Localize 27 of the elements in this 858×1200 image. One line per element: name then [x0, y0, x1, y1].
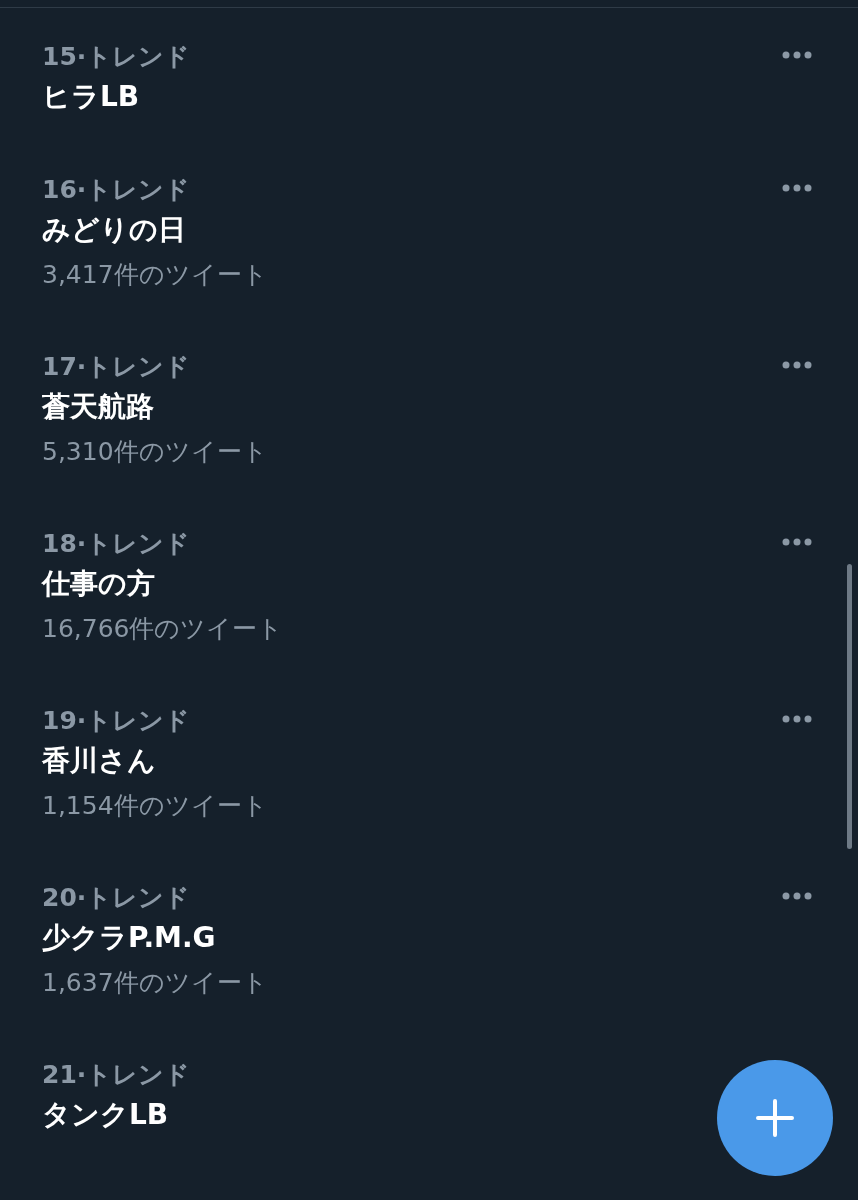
tweet-count: 1,154件のツイート	[42, 790, 268, 822]
trend-rank-label: 19·トレンド	[42, 705, 191, 737]
trend-rank-label: 17·トレンド	[42, 351, 191, 383]
trend-rank-label: 18·トレンド	[42, 528, 191, 560]
trend-rank-label: 16·トレンド	[42, 174, 191, 206]
plus-icon	[756, 1099, 794, 1137]
scrollbar[interactable]	[847, 564, 852, 849]
trend-title[interactable]: 香川さん	[42, 738, 156, 784]
more-icon[interactable]	[782, 51, 812, 59]
trend-title[interactable]: 蒼天航路	[42, 384, 154, 430]
trend-rank-label: 15·トレンド	[42, 41, 191, 73]
trend-title[interactable]: 仕事の方	[42, 561, 155, 607]
more-icon[interactable]	[782, 715, 812, 723]
trend-rank-label: 21·トレンド	[42, 1059, 191, 1091]
trend-title[interactable]: みどりの日	[42, 207, 186, 253]
more-icon[interactable]	[782, 184, 812, 192]
trend-rank-label: 20·トレンド	[42, 882, 191, 914]
tweet-count: 5,310件のツイート	[42, 436, 268, 468]
more-icon[interactable]	[782, 361, 812, 369]
trend-title[interactable]: 少クラP.M.G	[42, 915, 216, 961]
tweet-count: 1,637件のツイート	[42, 967, 268, 999]
more-icon[interactable]	[782, 538, 812, 546]
more-icon[interactable]	[782, 892, 812, 900]
tweet-count: 16,766件のツイート	[42, 613, 284, 645]
trend-title[interactable]: タンクLB	[42, 1092, 169, 1138]
tweet-count: 3,417件のツイート	[42, 259, 268, 291]
trend-title[interactable]: ヒラLB	[42, 74, 140, 120]
